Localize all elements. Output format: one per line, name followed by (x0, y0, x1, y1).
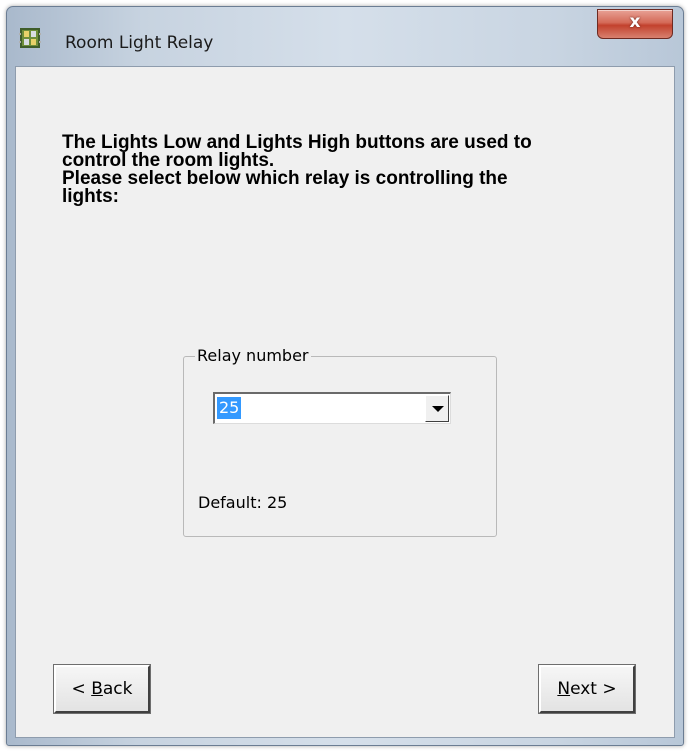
instructions-text: The Lights Low and Lights High buttons a… (62, 133, 642, 207)
instructions-line: Please select below which relay is contr… (62, 168, 508, 189)
back-button[interactable]: < Back (53, 664, 151, 714)
instructions-line: lights: (62, 186, 119, 207)
default-value-label: Default: 25 (198, 493, 288, 512)
next-button-mnemonic: N (557, 679, 571, 699)
close-button[interactable]: x (597, 9, 673, 39)
relay-number-dropdown[interactable]: 25 (213, 392, 451, 424)
back-button-prefix: < (71, 679, 92, 699)
chevron-down-icon (432, 406, 444, 412)
dialog-window: Room Light Relay x The Lights Low and Li… (6, 6, 684, 746)
relay-number-selected-value[interactable]: 25 (217, 397, 242, 419)
back-button-mnemonic: B (91, 679, 103, 699)
relay-board-icon (19, 27, 41, 49)
dropdown-arrow-button[interactable] (425, 395, 449, 422)
next-button-label: ext > (570, 679, 617, 699)
back-button-label: ack (102, 679, 133, 699)
next-button[interactable]: Next > (538, 664, 636, 714)
dialog-content: The Lights Low and Lights High buttons a… (15, 66, 675, 738)
title-bar[interactable]: Room Light Relay x (7, 7, 683, 71)
close-icon: x (629, 12, 641, 32)
relay-number-legend: Relay number (195, 346, 311, 365)
window-title: Room Light Relay (65, 33, 214, 53)
relay-number-group: Relay number 25 Default: 25 (183, 346, 497, 537)
